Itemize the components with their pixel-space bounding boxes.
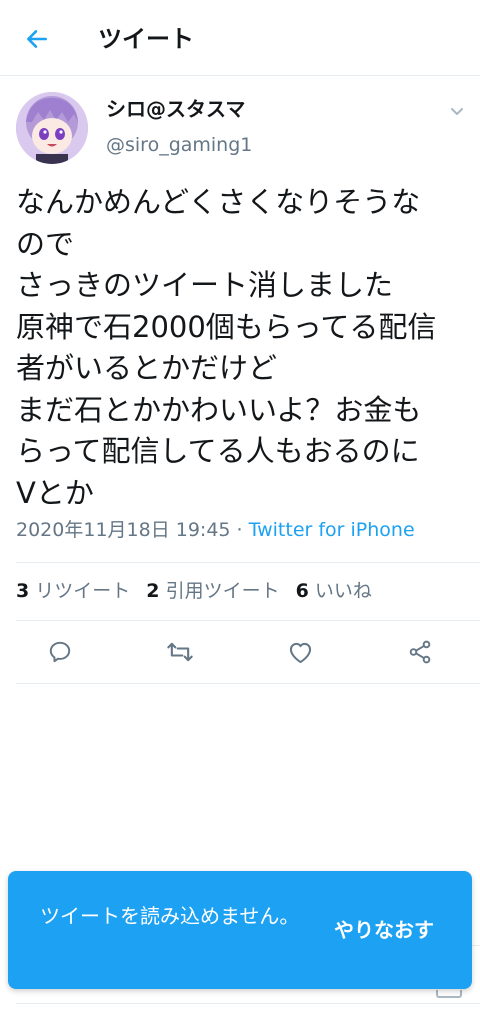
display-name[interactable]: シロ@スタスマ: [106, 96, 245, 122]
meta-separator: ·: [230, 519, 249, 541]
divider: [16, 620, 480, 621]
retweet-count: 3: [16, 580, 30, 602]
reply-icon: [49, 641, 71, 663]
chevron-down-icon: [451, 108, 463, 115]
retweet-icon: [167, 642, 193, 662]
tweet-text-line: Vとか: [16, 475, 94, 510]
tweet-menu-button[interactable]: [446, 100, 468, 122]
retweets-stat[interactable]: 3 リツイート: [16, 578, 130, 604]
avatar[interactable]: [16, 92, 88, 164]
like-label: いいね: [314, 580, 372, 602]
quote-label: 引用ツイート: [165, 580, 280, 602]
like-count: 6: [295, 580, 309, 602]
divider: [16, 683, 480, 684]
tweet-stats: 3 リツイート 2 引用ツイート 6 いいね: [16, 578, 388, 604]
tweet-timestamp[interactable]: 2020年11月18日 19:45: [16, 519, 231, 541]
user-handle[interactable]: @siro_gaming1: [106, 132, 252, 158]
top-bar: ツイート: [0, 0, 480, 76]
quotes-stat[interactable]: 2 引用ツイート: [146, 578, 279, 604]
heart-icon: [289, 642, 311, 663]
share-icon: [409, 640, 431, 664]
retweet-button[interactable]: [164, 636, 196, 668]
tweet-text: なんかめんどくさくなりそうな ので さっきのツイート消しました 原神で石2000…: [16, 182, 472, 514]
divider: [16, 1003, 480, 1004]
arrow-left-icon: [27, 30, 47, 48]
tweet-text-line: ので: [16, 226, 75, 261]
tweet-text-line: まだ石とかかわいいよ？お金も: [16, 392, 422, 427]
avatar-image: [16, 92, 88, 164]
tweet-text-line: 原神で石2000個もらってる配信: [16, 309, 437, 344]
tweet-text-line: らって配信してる人もおるのに: [16, 434, 420, 468]
divider: [16, 562, 480, 563]
quote-count: 2: [146, 580, 160, 602]
tweet-text-line: さっきのツイート消しました: [16, 268, 394, 302]
tweet-text-line: 者がいるとかだけど: [16, 351, 278, 385]
share-button[interactable]: [404, 636, 436, 668]
toast-message: ツイートを読み込めません。: [40, 904, 300, 928]
tweet-text-line: なんかめんどくさくなりそうな: [16, 185, 421, 219]
tweet-source-link[interactable]: Twitter for iPhone: [249, 519, 415, 541]
retweet-label: リツイート: [35, 580, 131, 602]
back-button[interactable]: [20, 22, 54, 56]
likes-stat[interactable]: 6 いいね: [296, 578, 372, 604]
tweet-meta: 2020年11月18日 19:45 · Twitter for iPhone: [16, 517, 415, 543]
compose-box-edge: [436, 990, 462, 998]
error-toast: ツイートを読み込めません。 やりなおす: [8, 871, 472, 989]
reply-button[interactable]: [44, 636, 76, 668]
page-title: ツイート: [98, 25, 194, 53]
retry-button[interactable]: やりなおす: [334, 917, 434, 944]
like-button[interactable]: [284, 636, 316, 668]
